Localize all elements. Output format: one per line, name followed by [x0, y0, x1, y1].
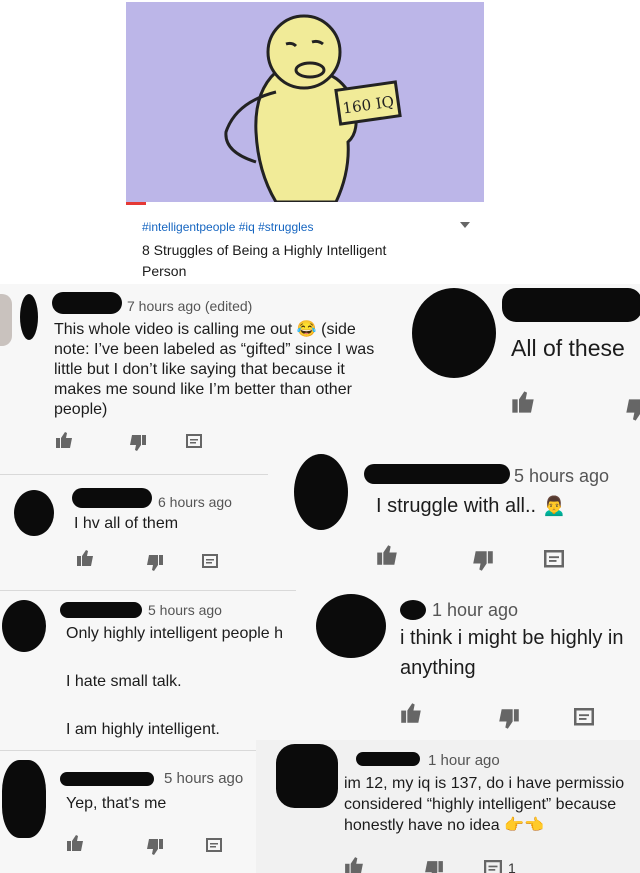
reply-icon[interactable] [484, 860, 502, 873]
divider [0, 750, 256, 751]
comment-timestamp: 5 hours ago [164, 770, 244, 787]
comment-text: This whole video is calling me out 😂 (si… [54, 321, 375, 418]
redacted-avatar [20, 294, 38, 340]
thumbs-down-icon[interactable] [624, 398, 640, 422]
reply-icon[interactable] [574, 708, 594, 728]
divider [0, 590, 296, 591]
redacted-avatar [14, 490, 54, 536]
comment-card: 6 hours ago I hv all of them [0, 474, 268, 590]
chevron-down-icon[interactable] [460, 222, 470, 228]
comment-timestamp: 5 hours ago [148, 602, 222, 618]
comment-text: Yep, that's me [66, 795, 167, 812]
thumbs-up-icon[interactable] [510, 390, 536, 414]
thumbs-up-icon[interactable] [400, 702, 422, 724]
redacted-username [400, 600, 426, 620]
thumbs-up-icon[interactable] [344, 856, 364, 873]
avatar[interactable] [0, 294, 12, 346]
reply-icon[interactable] [202, 554, 218, 570]
comment-text: I hate small talk. [66, 673, 182, 690]
yellow-person-illustration: 160 IQ [224, 14, 402, 204]
comment-card: 5 hours ago I struggle with all.. 🙍‍♂️ [268, 440, 640, 590]
redacted-username [502, 288, 640, 322]
comment-timestamp: 1 hour ago [428, 752, 500, 769]
redacted-username [60, 772, 154, 786]
redacted-avatar [316, 594, 386, 658]
comment-text: i think i might be highly in [400, 627, 624, 649]
video-hashtags[interactable]: #intelligentpeople #iq #struggles [142, 220, 313, 234]
comment-card: 5 hours ago Yep, that's me [0, 750, 256, 873]
redacted-username [356, 752, 420, 766]
comment-timestamp: 1 hour ago [432, 600, 519, 620]
reply-icon[interactable] [206, 838, 222, 854]
thumbs-down-icon[interactable] [424, 860, 444, 873]
video-card[interactable]: 160 IQ #intelligentpeople #iq #struggles… [126, 2, 484, 284]
comment-timestamp: 7 hours ago (edited) [127, 298, 253, 314]
redacted-avatar [2, 760, 46, 838]
comment-text: im 12, my iq is 137, do i have permissio [344, 775, 625, 792]
redacted-avatar [2, 600, 46, 652]
comment-text: All of these [511, 335, 625, 361]
thumbs-down-icon[interactable] [129, 434, 147, 452]
thumbs-down-icon[interactable] [498, 708, 520, 730]
comment-text: I am highly intelligent. [66, 721, 220, 738]
comment-card: All of these [404, 284, 640, 440]
comment-timestamp: 5 hours ago [514, 466, 610, 486]
redacted-avatar [412, 288, 496, 378]
redacted-avatar [276, 744, 338, 808]
thumbs-up-icon[interactable] [376, 544, 398, 566]
video-thumbnail[interactable]: 160 IQ [126, 2, 484, 204]
thumbs-down-icon[interactable] [472, 550, 494, 572]
reply-icon[interactable] [186, 434, 202, 450]
video-title[interactable]: 8 Struggles of Being a Highly Intelligen… [142, 240, 422, 282]
comment-text: honestly have no idea 👉👈 [344, 817, 544, 834]
reply-count: 1 [508, 860, 516, 873]
comment-text: I struggle with all.. 🙍‍♂️ [376, 495, 567, 517]
progress-bar-played[interactable] [126, 202, 146, 205]
redacted-username [72, 488, 152, 508]
comment-text: I hv all of them [74, 515, 179, 532]
divider [0, 474, 268, 475]
thumbs-down-icon[interactable] [146, 554, 164, 572]
thumbs-down-icon[interactable] [146, 838, 164, 856]
redacted-avatar [294, 454, 348, 530]
comment-card: 1 hour ago im 12, my iq is 137, do i hav… [256, 740, 640, 873]
redacted-username [52, 292, 122, 314]
redacted-username [60, 602, 142, 618]
comment-text: anything [400, 657, 476, 679]
thumbs-up-icon[interactable] [76, 549, 94, 567]
thumbs-up-icon[interactable] [55, 431, 73, 449]
comment-card: 1 hour ago i think i might be highly in … [296, 590, 640, 740]
comment-timestamp: 6 hours ago [158, 494, 232, 510]
comment-text: Only highly intelligent people h [66, 625, 284, 642]
reply-icon[interactable] [544, 550, 564, 570]
comment-text: considered “highly intelligent” because [344, 796, 617, 813]
redacted-username [364, 464, 510, 484]
thumbs-up-icon[interactable] [66, 834, 84, 852]
comment-card: 5 hours ago Only highly intelligent peop… [0, 590, 296, 750]
